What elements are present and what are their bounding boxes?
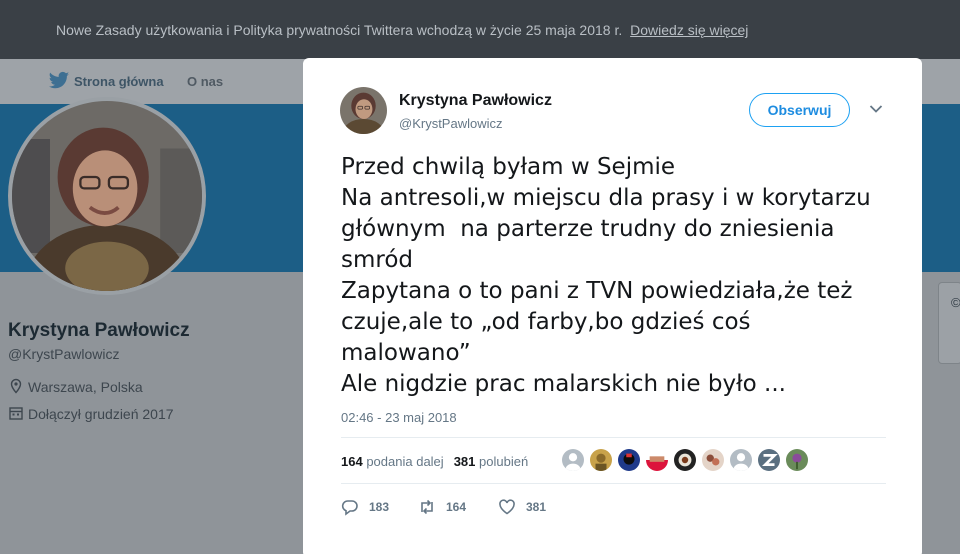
notice-learn-more-link[interactable]: Dowiedz się więcej bbox=[630, 22, 748, 38]
profile-joined-text: Dołączył grudzień 2017 bbox=[28, 406, 174, 422]
retweet-count: 164 bbox=[446, 500, 467, 514]
divider bbox=[341, 483, 886, 484]
tweet-stats: 164 podania dalej 381 polubień bbox=[341, 454, 528, 469]
reply-count: 183 bbox=[369, 500, 390, 514]
tweet-text-line: Przed chwilą byłam w Sejmie bbox=[341, 154, 676, 180]
heart-icon bbox=[499, 499, 515, 515]
like-count: 381 bbox=[526, 500, 547, 514]
liker-avatar[interactable] bbox=[701, 448, 725, 472]
liker-avatar[interactable] bbox=[785, 448, 809, 472]
liker-avatar[interactable] bbox=[729, 448, 753, 472]
tweet-text-line: Ale nigdzie prac malarskich nie było ... bbox=[341, 371, 786, 397]
tweet-text-line: smród bbox=[341, 247, 414, 273]
tweet-author-avatar[interactable] bbox=[340, 87, 387, 134]
retweet-button[interactable]: 164 bbox=[418, 498, 466, 518]
profile-location: Warszawa, Polska bbox=[8, 378, 143, 395]
right-sidebar-card-glyph: © bbox=[951, 295, 960, 310]
nav-home-link[interactable]: Strona główna bbox=[74, 74, 164, 89]
likes-label: polubień bbox=[479, 454, 529, 469]
profile-avatar-photo bbox=[12, 101, 202, 291]
liker-avatar[interactable] bbox=[589, 448, 613, 472]
profile-name[interactable]: Krystyna Pawłowicz bbox=[8, 320, 190, 342]
tweet-text-line: Na antresoli,w miejscu dla prasy i w kor… bbox=[341, 185, 871, 211]
tweet-timestamp[interactable]: 02:46 - 23 maj 2018 bbox=[341, 410, 457, 425]
nav-about-link[interactable]: O nas bbox=[187, 74, 223, 89]
tweet-author-avatar-photo bbox=[340, 87, 387, 134]
calendar-icon bbox=[9, 407, 23, 420]
profile-location-text: Warszawa, Polska bbox=[28, 379, 143, 395]
retweets-stat[interactable]: 164 podania dalej bbox=[341, 454, 444, 469]
tweet-text-line: głównym na parterze trudny do zniesienia bbox=[341, 216, 835, 242]
retweets-count: 164 bbox=[341, 454, 363, 469]
notice-banner: Nowe Zasady użytkowania i Polityka prywa… bbox=[0, 0, 960, 59]
profile-avatar[interactable] bbox=[8, 97, 206, 295]
tweet-text: Przed chwilą byłam w Sejmie Na antresoli… bbox=[341, 152, 901, 400]
likes-count: 381 bbox=[453, 454, 476, 469]
reply-button[interactable]: 183 bbox=[341, 498, 389, 518]
liker-avatar[interactable] bbox=[673, 448, 697, 472]
divider bbox=[341, 437, 886, 438]
tweet-text-line: czuje,ale to „od farby,bo gdzieś coś bbox=[341, 309, 751, 335]
right-sidebar-card: © bbox=[938, 282, 960, 364]
chevron-down-icon[interactable] bbox=[869, 104, 883, 114]
tweet-text-line: malowano” bbox=[341, 340, 471, 366]
tweet-text-line: Zapytana o to pani z TVN powiedziała,że … bbox=[341, 278, 853, 304]
retweets-label: podania dalej bbox=[366, 454, 444, 469]
liker-avatar[interactable] bbox=[617, 448, 641, 472]
liker-avatar[interactable] bbox=[757, 448, 781, 472]
location-pin-icon bbox=[10, 378, 22, 394]
retweet-icon bbox=[421, 499, 433, 515]
like-button[interactable]: 381 bbox=[498, 498, 546, 518]
notice-text: Nowe Zasady użytkowania i Polityka prywa… bbox=[56, 22, 623, 38]
profile-joined: Dołączył grudzień 2017 bbox=[8, 405, 174, 422]
reply-icon bbox=[341, 500, 358, 516]
tweet-author-name[interactable]: Krystyna Pawłowicz bbox=[399, 92, 552, 110]
follow-button[interactable]: Obserwuj bbox=[749, 93, 850, 127]
profile-handle[interactable]: @KrystPawlowicz bbox=[8, 346, 119, 362]
liker-avatar[interactable] bbox=[561, 448, 585, 472]
tweet-author-handle[interactable]: @KrystPawlowicz bbox=[399, 116, 503, 131]
liker-avatar[interactable] bbox=[645, 448, 669, 472]
likes-stat[interactable]: 381 polubień bbox=[454, 454, 528, 469]
tweet-modal: Krystyna Pawłowicz @KrystPawlowicz Obser… bbox=[303, 58, 922, 554]
twitter-bird-icon[interactable] bbox=[48, 71, 70, 91]
notice-text-row: Nowe Zasady użytkowania i Polityka prywa… bbox=[56, 22, 748, 38]
